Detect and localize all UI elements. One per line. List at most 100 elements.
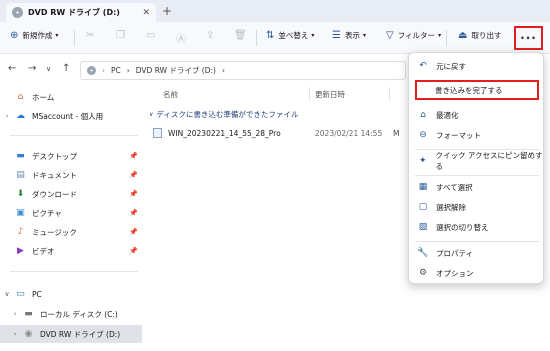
sort-button[interactable]: ⇅ 並べ替え ▾ (266, 30, 314, 41)
select-none-icon: ▢ (418, 202, 428, 212)
menu-item-format[interactable]: ⊖ フォーマット (409, 125, 545, 145)
menu-item-select-none[interactable]: ▢ 選択解除 (409, 197, 545, 217)
paste-button[interactable]: ▭ (146, 30, 159, 41)
back-arrow-icon[interactable]: ← (8, 63, 16, 74)
rename-button[interactable]: Ⓐ (176, 30, 190, 45)
file-date: 2023/02/21 14:55 (315, 128, 383, 138)
chevron-down-icon: ∨ (149, 111, 154, 118)
sidebar-item-downloads[interactable]: ⬇ ダウンロード 📌 (0, 185, 142, 203)
menu-divider (415, 175, 539, 176)
pc-icon: ▭ (16, 289, 25, 299)
view-icon: ☰ (332, 30, 341, 41)
download-icon: ⬇ (16, 189, 25, 199)
paste-icon: ▭ (146, 30, 156, 41)
sidebar-item-home[interactable]: ⌂ ホーム (0, 88, 142, 106)
tab-strip: DVD RW ドライブ (D:) ✕ + (0, 0, 550, 22)
chevron-down-icon[interactable]: ∨ (0, 290, 14, 298)
group-header[interactable]: ∨ ディスクに書き込む準備ができたファイル (149, 109, 298, 120)
gear-icon: ⚙ (418, 268, 428, 278)
sort-icon: ⇅ (266, 30, 275, 41)
divider (256, 30, 257, 46)
sidebar-item-desktop[interactable]: ▬ デスクトップ 📌 (0, 147, 142, 165)
chevron-right-icon[interactable]: › (8, 330, 22, 338)
recent-chevron-icon[interactable]: ∨ (46, 65, 51, 73)
new-tab-icon[interactable]: + (162, 4, 172, 18)
chevron-down-icon: ▾ (362, 32, 366, 39)
filter-button[interactable]: ▽ フィルター ▾ (386, 30, 441, 41)
filter-icon: ▽ (386, 30, 394, 41)
cut-icon: ✂ (86, 30, 95, 41)
optimize-icon: ⌂ (420, 110, 426, 120)
video-icon: ▶ (17, 246, 24, 256)
sidebar-item-local-disk[interactable]: › ▬ ローカル ディスク (C:) (0, 305, 142, 323)
pin-icon[interactable]: 📌 (129, 171, 138, 179)
share-button[interactable]: ⇪ (206, 30, 218, 41)
pictures-icon: ▣ (16, 208, 25, 218)
tab-dvd-drive[interactable]: DVD RW ドライブ (D:) ✕ (6, 3, 156, 22)
address-bar[interactable]: › PC › DVD RW ドライブ (D:) › (80, 61, 406, 80)
chevron-down-icon: ▾ (311, 32, 315, 39)
new-button[interactable]: ⊕ 新規作成 ▾ (10, 30, 58, 41)
breadcrumb-separator: › (221, 66, 225, 75)
menu-item-properties[interactable]: 🔧 プロパティ (409, 243, 545, 263)
up-arrow-icon[interactable]: ↑ (62, 63, 70, 74)
divider (10, 271, 138, 272)
breadcrumb-separator: › (126, 66, 130, 75)
see-more-button[interactable]: ··· (514, 26, 543, 50)
menu-item-finish-burning[interactable]: 書き込みを完了する (415, 80, 539, 100)
forward-arrow-icon[interactable]: → (28, 63, 36, 74)
documents-icon: ▤ (16, 170, 25, 180)
menu-item-undo[interactable]: ↶ 元に戻す (409, 56, 545, 76)
column-header-name[interactable]: 名前 (163, 89, 178, 100)
file-type: M (393, 128, 400, 138)
sidebar-item-music[interactable]: ♪ ミュージック 📌 (0, 223, 142, 241)
rename-icon: Ⓐ (176, 34, 186, 45)
sidebar-item-videos[interactable]: ▶ ビデオ 📌 (0, 242, 142, 260)
column-divider[interactable] (389, 87, 390, 101)
cut-button[interactable]: ✂ (86, 30, 98, 41)
dvd-icon (12, 7, 23, 18)
command-bar: ⊕ 新規作成 ▾ ✂ ❐ ▭ Ⓐ ⇪ 🗑 ⇅ 並べ替え ▾ ☰ 表示 ▾ ▽ フ… (0, 22, 550, 54)
sidebar-item-documents[interactable]: ▤ ドキュメント 📌 (0, 166, 142, 184)
menu-item-pin-quick-access[interactable]: ✦ クイック アクセスにピン留めする (409, 151, 545, 171)
copy-icon: ❐ (116, 30, 125, 41)
column-divider[interactable] (309, 87, 310, 101)
divider (74, 30, 75, 46)
trash-icon: 🗑 (234, 30, 247, 41)
sidebar-item-pc[interactable]: ∨ ▭ PC (0, 285, 142, 303)
pin-icon[interactable]: 📌 (129, 247, 138, 255)
share-icon: ⇪ (206, 30, 215, 41)
dvd-icon: ◉ (24, 329, 33, 339)
sidebar-item-pictures[interactable]: ▣ ピクチャ 📌 (0, 204, 142, 222)
plus-circle-icon: ⊕ (10, 30, 19, 41)
chevron-right-icon[interactable]: › (8, 310, 22, 318)
dvd-icon (87, 66, 96, 75)
format-icon: ⊖ (419, 130, 427, 140)
chevron-right-icon[interactable]: › (0, 112, 14, 120)
menu-item-select-all[interactable]: ▦ すべて選択 (409, 177, 545, 197)
breadcrumb-dvd-drive[interactable]: DVD RW ドライブ (D:) (136, 65, 216, 76)
pin-icon[interactable]: 📌 (129, 152, 138, 160)
select-all-icon: ▦ (418, 182, 428, 192)
sidebar-item-onedrive[interactable]: › ☁ MSaccount - 個人用 (0, 107, 142, 125)
eject-icon: ⏏ (458, 30, 468, 41)
tab-close-icon[interactable]: ✕ (142, 8, 150, 18)
copy-button[interactable]: ❐ (116, 30, 129, 41)
see-more-menu: ↶ 元に戻す 書き込みを完了する ⌂ 最適化 ⊖ フォーマット ✦ クイック ア… (408, 52, 544, 284)
menu-item-invert-selection[interactable]: ▧ 選択の切り替え (409, 217, 545, 237)
pin-icon[interactable]: 📌 (129, 228, 138, 236)
pin-icon[interactable]: 📌 (129, 190, 138, 198)
sidebar-item-dvd-drive[interactable]: › ◉ DVD RW ドライブ (D:) (0, 325, 142, 343)
music-icon: ♪ (17, 227, 24, 237)
delete-button[interactable]: 🗑 (234, 30, 251, 41)
column-header-modified[interactable]: 更新日時 (315, 89, 345, 100)
home-icon: ⌂ (17, 92, 24, 102)
view-button[interactable]: ☰ 表示 ▾ (332, 30, 366, 41)
breadcrumb-pc[interactable]: PC (111, 66, 121, 75)
invert-selection-icon: ▧ (418, 222, 428, 232)
menu-item-optimize[interactable]: ⌂ 最適化 (409, 105, 545, 125)
eject-button[interactable]: ⏏ 取り出す (458, 30, 501, 41)
pin-icon[interactable]: 📌 (129, 209, 138, 217)
menu-item-options[interactable]: ⚙ オプション (409, 263, 545, 283)
wrench-icon: 🔧 (417, 248, 429, 258)
